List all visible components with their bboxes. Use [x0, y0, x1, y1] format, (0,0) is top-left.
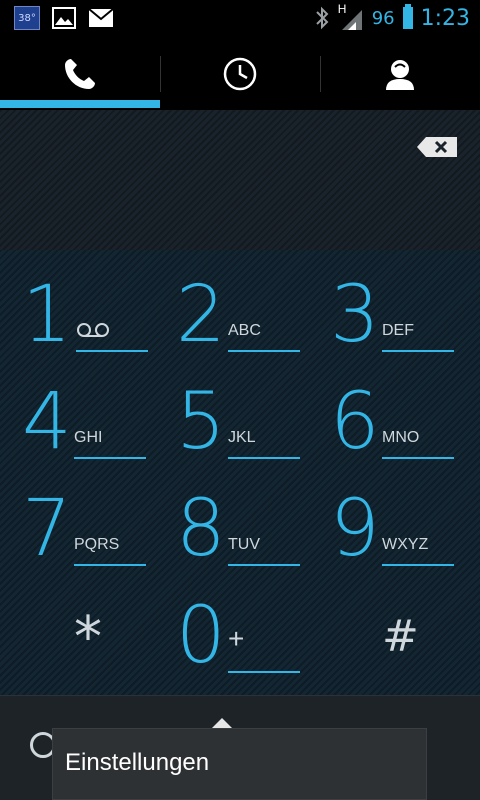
notification-icons: 38°: [14, 6, 114, 30]
key-letters: +: [228, 623, 245, 654]
key-digit: 0: [176, 591, 226, 681]
key-symbol: #: [382, 611, 419, 662]
key-digit: 1: [22, 270, 72, 360]
key-digit: 4: [22, 377, 72, 467]
dial-pad: 1 2 ABC 3 DEF 4 GHI 5 JKL 6 MNO 7 PQRS 8…: [0, 250, 480, 695]
bluetooth-icon: [315, 6, 329, 30]
key-letters: PQRS: [74, 536, 120, 553]
overflow-menu: Einstellungen: [52, 728, 427, 800]
key-7[interactable]: 7 PQRS: [4, 480, 159, 587]
key-underline: [382, 457, 454, 459]
key-digit: 3: [330, 270, 380, 360]
key-underline: [382, 350, 454, 352]
tab-recent[interactable]: [160, 38, 320, 110]
tab-indicator: [0, 100, 160, 108]
key-1[interactable]: 1: [4, 266, 159, 373]
key-digit: 2: [176, 270, 226, 360]
key-underline: [74, 564, 146, 566]
key-letters: GHI: [74, 429, 103, 446]
weather-temp: 38°: [18, 12, 36, 24]
voicemail-icon: [77, 323, 109, 337]
gmail-icon: [88, 8, 114, 27]
digits-display[interactable]: [0, 110, 480, 250]
key-8[interactable]: 8 TUV: [158, 480, 313, 587]
key-underline: [228, 350, 300, 352]
key-digit: 8: [176, 484, 226, 574]
key-star[interactable]: *: [4, 587, 159, 694]
key-underline: [228, 457, 300, 459]
key-letters: WXYZ: [382, 536, 429, 553]
key-4[interactable]: 4 GHI: [4, 373, 159, 480]
key-underline: [228, 671, 300, 673]
key-letters: MNO: [382, 429, 420, 446]
key-underline: [228, 564, 300, 566]
signal-icon: H: [338, 2, 364, 32]
key-hash[interactable]: #: [312, 587, 467, 694]
key-3[interactable]: 3 DEF: [312, 266, 467, 373]
key-digit: 7: [22, 484, 72, 574]
battery-icon: [402, 4, 413, 29]
key-digit: 6: [330, 377, 380, 467]
key-5[interactable]: 5 JKL: [158, 373, 313, 480]
menu-item-settings[interactable]: Einstellungen: [65, 749, 209, 777]
clock-icon: [223, 57, 257, 91]
tab-contacts[interactable]: [320, 38, 480, 110]
key-6[interactable]: 6 MNO: [312, 373, 467, 480]
menu-anchor-arrow: [212, 718, 232, 728]
key-digit: 5: [176, 377, 226, 467]
key-letters: TUV: [228, 536, 260, 553]
key-2[interactable]: 2 ABC: [158, 266, 313, 373]
clock: 1:23: [420, 5, 470, 31]
backspace-icon[interactable]: [416, 136, 458, 158]
key-underline: [74, 457, 146, 459]
key-letters: ABC: [228, 322, 261, 339]
phone-icon: [65, 59, 95, 89]
key-9[interactable]: 9 WXYZ: [312, 480, 467, 587]
key-underline: [76, 350, 148, 352]
key-underline: [382, 564, 454, 566]
key-digit: 9: [330, 484, 380, 574]
key-symbol: *: [74, 605, 102, 670]
system-icons: H 96 1:23: [314, 2, 470, 32]
key-letters: DEF: [382, 322, 414, 339]
weather-icon: 38°: [14, 6, 40, 30]
key-letters: JKL: [228, 429, 256, 446]
status-bar: 38° H 96 1:23: [0, 0, 480, 38]
battery-percent: 96: [371, 7, 395, 29]
gallery-icon: [52, 7, 76, 29]
key-0[interactable]: 0 +: [158, 587, 313, 694]
person-icon: [386, 60, 414, 90]
